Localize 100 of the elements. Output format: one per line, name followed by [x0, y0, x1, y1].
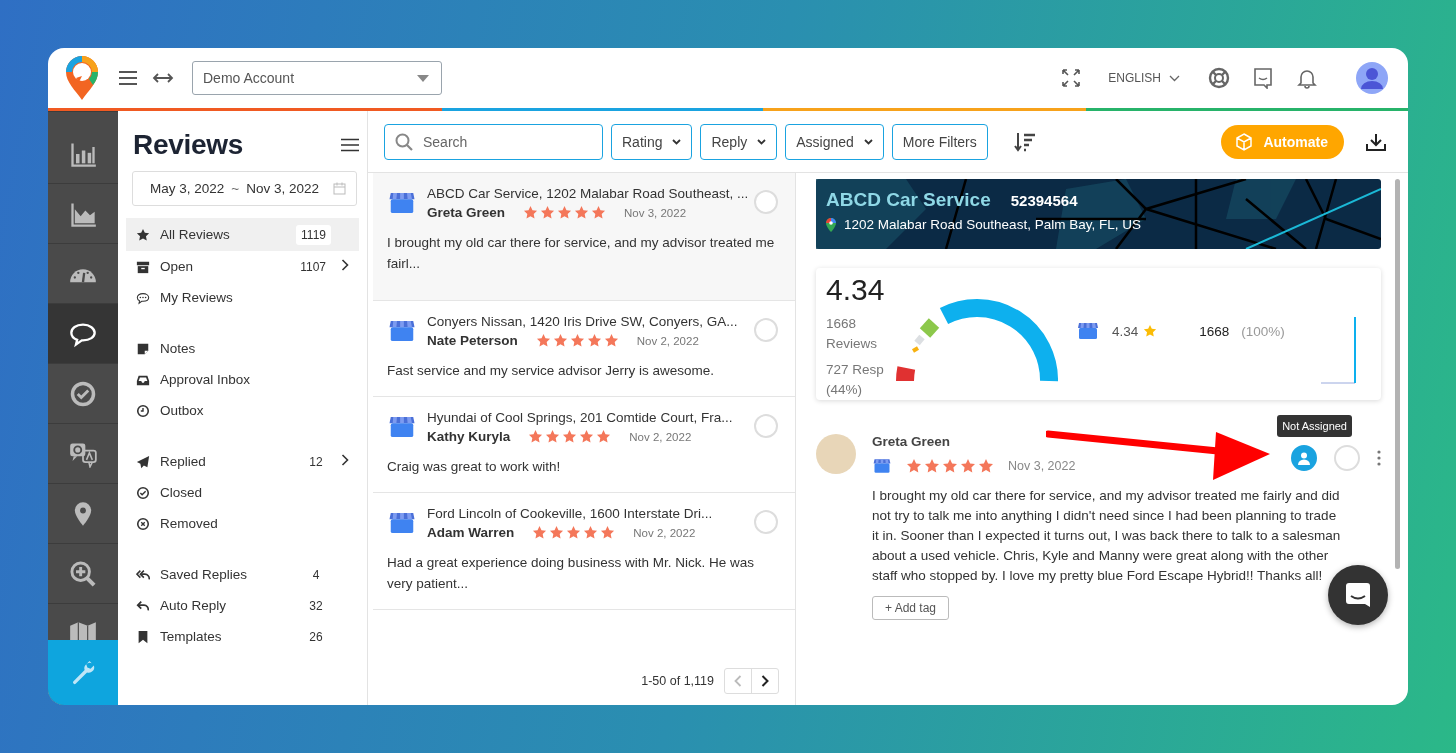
add-tag-button[interactable]: + Add tag: [872, 596, 950, 620]
account-select[interactable]: Demo Account: [192, 61, 442, 95]
sparkline-drawing: [1321, 316, 1357, 384]
date-range-field[interactable]: May 3, 2022 ~ Nov 3, 2022: [132, 171, 357, 206]
item-count: 12: [308, 453, 324, 471]
sidebar-item[interactable]: All Reviews 1119: [126, 218, 359, 251]
sidebar-item[interactable]: Replied 12: [126, 446, 359, 477]
speech-bubble-icon: [136, 290, 150, 305]
star-icon: [136, 227, 150, 242]
bookmark-icon: [136, 629, 150, 644]
account-name: Demo Account: [203, 70, 295, 86]
review-count: 1668: [826, 315, 858, 333]
check-circle-icon: [136, 485, 150, 500]
review-card[interactable]: ABCD Car Service, 1202 Malabar Road Southeast, ... Greta Green Nov 3, 2022 I brought my old car there for service, and my advisor treated me fairl...: [373, 173, 795, 301]
star-icon: [569, 333, 585, 348]
sidebar-item[interactable]: Approval Inbox: [126, 364, 359, 395]
language-label: ENGLISH: [1108, 71, 1161, 85]
business-location: Ford Lincoln of Cookeville, 1600 Interstate Dri...: [427, 506, 714, 521]
star-icon: [579, 429, 595, 444]
sidebar-item[interactable]: Outbox: [126, 395, 359, 426]
bell-icon[interactable]: [1296, 67, 1318, 89]
sidebar-item-label: Notes: [160, 341, 197, 356]
language-select[interactable]: ENGLISH: [1108, 71, 1180, 85]
more-options-icon[interactable]: [1377, 450, 1381, 466]
search-field[interactable]: Search: [384, 123, 603, 160]
select-checkbox[interactable]: [1334, 445, 1360, 471]
search-icon: [395, 132, 413, 151]
avatar-icon[interactable]: [1356, 62, 1388, 94]
review-excerpt: Fast service and my service advisor Jerry is awesome.: [387, 362, 716, 380]
filter-dropdown[interactable]: Reply: [700, 123, 778, 160]
business-listing-icon: [872, 456, 892, 476]
pagination-range: 1-50 of 1,119: [641, 673, 714, 688]
filter-dropdown[interactable]: Assigned: [785, 123, 884, 160]
sidebar-item[interactable]: Removed: [126, 508, 359, 539]
paper-plane-icon: [136, 454, 150, 469]
sidebar-item-label: Outbox: [160, 403, 205, 418]
menu-icon[interactable]: [118, 70, 138, 86]
sidebar-item[interactable]: Closed: [126, 477, 359, 508]
chevron-right-icon: [341, 259, 349, 271]
sidebar-item-label: Removed: [160, 516, 219, 531]
start-date: May 3, 2022: [150, 181, 225, 196]
star-icon: [960, 458, 976, 474]
x-circle-icon: [136, 516, 150, 531]
note-icon: [136, 341, 150, 356]
select-checkbox[interactable]: [754, 510, 778, 534]
star-icon: [528, 429, 544, 444]
chevron-left-icon: [734, 674, 742, 687]
source-share: (100%): [1241, 323, 1285, 339]
average-rating: 4.34: [826, 272, 886, 308]
filter-dropdown[interactable]: Rating: [611, 123, 693, 160]
business-location: Hyundai of Cool Springs, 201 Comtide Court, Fra...: [427, 410, 734, 425]
star-icon: [591, 205, 607, 220]
review-excerpt: I brought my old car there for service, and my advisor treated me fairl...: [387, 234, 776, 273]
star-icon: [596, 429, 612, 444]
sidebar-item[interactable]: Open 1107: [126, 251, 359, 282]
assign-button[interactable]: [1291, 445, 1317, 471]
review-excerpt: Craig was great to work with!: [387, 458, 562, 476]
select-checkbox[interactable]: [754, 190, 778, 214]
page-title: Reviews: [133, 129, 243, 161]
select-checkbox[interactable]: [754, 318, 778, 342]
nav-rail-item[interactable]: [48, 304, 118, 364]
double-arrow-icon[interactable]: [152, 72, 174, 84]
select-checkbox[interactable]: [754, 414, 778, 438]
menu-icon[interactable]: [341, 138, 359, 152]
star-icon: [942, 458, 958, 474]
check-circle-icon: [69, 379, 97, 408]
cube-icon: [1235, 132, 1254, 151]
business-name: ABCD Car Service: [826, 189, 991, 211]
caret-icon: [417, 74, 429, 82]
chevron-down-icon: [1169, 74, 1180, 82]
chat-launcher-button[interactable]: [1328, 565, 1388, 625]
response-share: (44%): [826, 381, 863, 399]
sidebar-item[interactable]: Auto Reply 32: [126, 590, 359, 621]
review-date: Nov 2, 2022: [636, 334, 699, 347]
star-icon: [586, 333, 602, 348]
sidebar-item[interactable]: Saved Replies 4: [126, 559, 359, 590]
sidebar-item-label: My Reviews: [160, 290, 234, 305]
star-icon: [603, 333, 619, 348]
star-icon: [532, 525, 548, 540]
review-date: Nov 2, 2022: [629, 430, 692, 443]
reply-arrow-icon: [136, 598, 150, 613]
end-date: Nov 3, 2022: [246, 181, 319, 196]
item-count: 1107: [299, 258, 327, 276]
fullscreen-icon[interactable]: [1062, 69, 1081, 87]
reviewer-name: Adam Warren: [427, 525, 515, 540]
reviewer-name: Kathy Kuryla: [427, 429, 511, 444]
sidebar-item[interactable]: Templates 26: [126, 621, 359, 652]
download-icon[interactable]: [1366, 132, 1386, 151]
star-icon: [523, 205, 539, 220]
chevron-down-icon: [863, 138, 873, 145]
star-icon: [566, 525, 582, 540]
lifebuoy-icon[interactable]: [1208, 67, 1230, 89]
star-icon: [600, 525, 616, 540]
star-icon: [978, 458, 994, 474]
folded-map-icon: [69, 619, 97, 640]
sidebar-item[interactable]: Notes: [126, 333, 359, 364]
sort-icon[interactable]: [1013, 131, 1036, 152]
star-icon: [552, 333, 568, 348]
sidebar-item[interactable]: My Reviews: [126, 282, 359, 313]
more-filters-button[interactable]: More Filters: [891, 123, 988, 160]
